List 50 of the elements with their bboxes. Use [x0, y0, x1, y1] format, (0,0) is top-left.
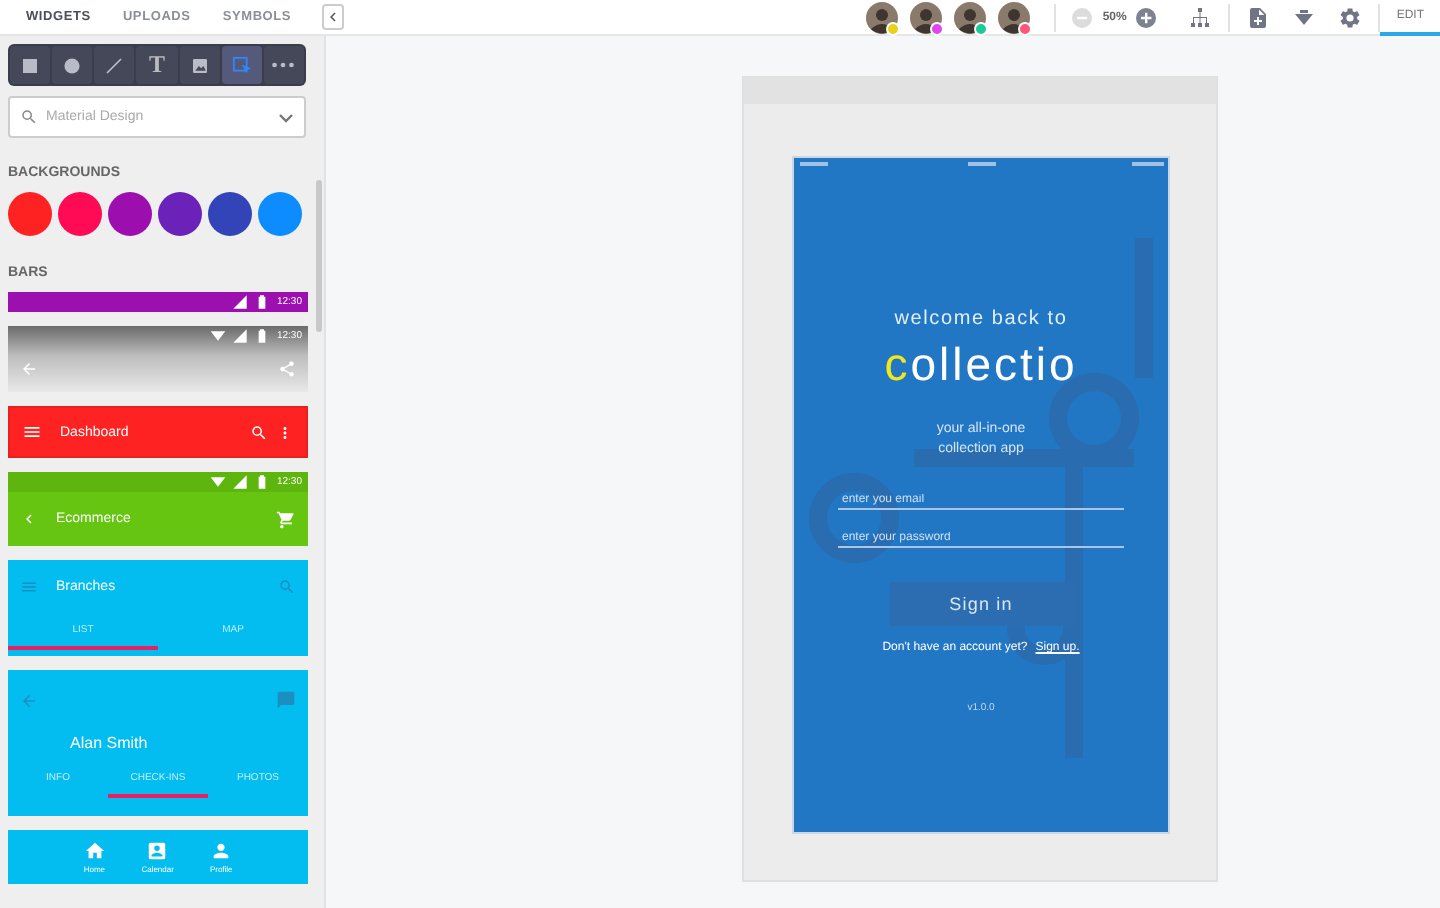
avatar[interactable] — [998, 1, 1031, 33]
color-swatch[interactable] — [58, 192, 102, 236]
more-icon — [272, 62, 295, 68]
avatar[interactable] — [954, 1, 987, 33]
line-tool[interactable] — [94, 46, 135, 84]
welcome-heading: welcome back to — [894, 308, 1068, 330]
search-icon — [20, 108, 38, 126]
person-icon — [210, 840, 233, 862]
calendar-icon — [146, 840, 169, 862]
color-swatch[interactable] — [108, 192, 152, 236]
collapse-button[interactable] — [322, 4, 344, 30]
signal-icon — [232, 474, 249, 490]
profile-name: Alan Smith — [68, 732, 150, 756]
text-tool[interactable]: T — [136, 46, 178, 84]
color-swatch[interactable] — [158, 192, 202, 236]
select-tool[interactable] — [221, 46, 262, 84]
color-swatch[interactable] — [8, 192, 52, 236]
brand-logo: collectio — [884, 338, 1078, 392]
home-icon — [83, 840, 106, 862]
search-icon — [278, 577, 296, 595]
settings-icon[interactable] — [1338, 5, 1363, 29]
avatar[interactable] — [910, 1, 943, 33]
ellipse-tool[interactable] — [52, 46, 93, 84]
caret-icon — [278, 111, 294, 123]
battery-icon — [254, 474, 271, 490]
sitemap-icon[interactable] — [1188, 5, 1213, 29]
more-tool[interactable] — [263, 46, 304, 84]
wifi-icon — [210, 328, 227, 344]
share-icon — [278, 360, 296, 378]
back-arrow-icon — [20, 360, 38, 378]
menu-icon — [20, 577, 38, 595]
battery-icon — [254, 294, 271, 310]
signal-icon — [232, 328, 249, 344]
zoom-in-icon[interactable] — [1136, 7, 1157, 27]
funnel-icon[interactable] — [1292, 5, 1317, 29]
cursor-icon — [227, 51, 256, 79]
cart-icon — [276, 509, 296, 529]
avatar[interactable] — [866, 1, 899, 33]
search-icon — [250, 423, 268, 441]
add-document-icon[interactable] — [1246, 5, 1271, 29]
battery-icon — [254, 328, 271, 344]
image-tool[interactable] — [179, 46, 220, 84]
menu-icon — [22, 422, 42, 442]
wifi-icon — [210, 474, 227, 490]
back-arrow-icon — [20, 691, 38, 709]
color-swatch[interactable] — [208, 192, 252, 236]
signal-icon — [232, 294, 249, 310]
rectangle-tool[interactable] — [10, 46, 51, 84]
chat-icon — [276, 690, 296, 710]
color-swatch[interactable] — [258, 192, 302, 236]
